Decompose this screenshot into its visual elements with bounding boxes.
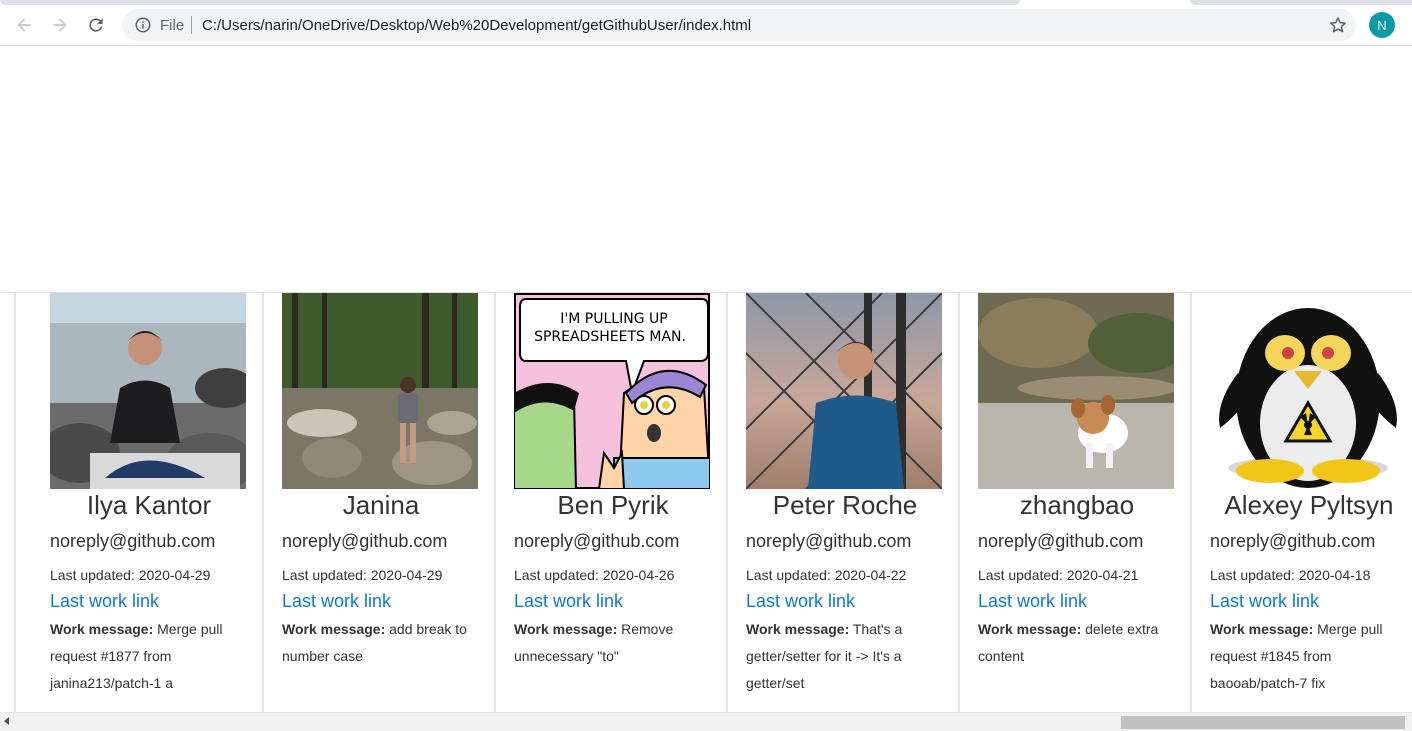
user-card: I'M PULLING UP SPREADSHEETS MAN. Ben Pyr… (498, 293, 728, 713)
reload-icon (89, 18, 103, 32)
last-work-link[interactable]: Last work link (1210, 591, 1319, 612)
user-email: noreply@github.com (746, 531, 912, 551)
work-message: Work message: Merge pull request #1877 f… (50, 616, 250, 697)
user-name: Ben Pyrik (557, 490, 669, 520)
work-message-label: Work message: (746, 621, 850, 637)
last-updated: Last updated: 2020-04-22 (746, 567, 907, 583)
user-name: Alexey Pyltsyn (1224, 490, 1394, 520)
address-bar[interactable]: File C:/Users/narin/OneDrive/Desktop/Web… (122, 9, 1356, 41)
comic-line-2: SPREADSHEETS MAN. (534, 329, 686, 345)
user-name: zhangbao (1019, 490, 1135, 520)
last-work-link[interactable]: Last work link (746, 591, 855, 612)
last-updated: Last updated: 2020-04-21 (978, 567, 1139, 583)
avatar-image (282, 293, 478, 489)
work-message: Work message: Remove unnecessary "to" (514, 616, 714, 670)
scrollbar-thumb[interactable] (1121, 716, 1405, 729)
user-card: Peter Roche noreply@github.com Last upda… (730, 293, 960, 713)
work-message-label: Work message: (282, 621, 386, 637)
last-updated: Last updated: 2020-04-18 (1210, 567, 1371, 583)
user-card-partial (0, 293, 16, 713)
user-email: noreply@github.com (978, 531, 1144, 551)
avatar-image (978, 293, 1174, 489)
horizontal-scrollbar[interactable] (0, 712, 1412, 731)
user-email: noreply@github.com (1210, 531, 1376, 551)
last-updated: Last updated: 2020-04-29 (50, 567, 211, 583)
back-button[interactable] (10, 11, 38, 39)
reload-button[interactable] (82, 11, 110, 39)
forward-button[interactable] (46, 11, 74, 39)
user-email: noreply@github.com (514, 531, 680, 551)
last-work-link[interactable]: Last work link (50, 591, 159, 612)
url-text[interactable]: C:/Users/narin/OneDrive/Desktop/Web%20De… (202, 17, 751, 34)
scroll-left-icon[interactable] (4, 717, 9, 725)
user-name: Ilya Kantor (86, 490, 212, 520)
info-icon[interactable] (134, 16, 152, 34)
avatar-image (1210, 293, 1406, 489)
last-work-link[interactable]: Last work link (514, 591, 623, 612)
star-icon[interactable] (1328, 15, 1348, 35)
work-message-label: Work message: (978, 621, 1082, 637)
comic-line-1: I'M PULLING UP (560, 311, 667, 327)
work-message: Work message: That's a getter/setter for… (746, 616, 946, 697)
last-work-link[interactable]: Last work link (978, 591, 1087, 612)
work-message: Work message: Merge pull request #1845 f… (1210, 616, 1410, 697)
arrow-left-icon (17, 18, 31, 32)
browser-toolbar: File C:/Users/narin/OneDrive/Desktop/Web… (0, 5, 1412, 46)
work-message: Work message: add break to number case (282, 616, 482, 670)
last-updated: Last updated: 2020-04-26 (514, 567, 675, 583)
last-work-link[interactable]: Last work link (282, 591, 391, 612)
user-card: Janina noreply@github.com Last updated: … (266, 293, 496, 713)
user-card: zhangbao noreply@github.com Last updated… (962, 293, 1192, 713)
work-message: Work message: delete extra content (978, 616, 1178, 670)
arrow-right-icon (53, 18, 67, 32)
work-message-label: Work message: (50, 621, 154, 637)
profile-avatar[interactable]: N (1369, 12, 1395, 38)
last-updated: Last updated: 2020-04-29 (282, 567, 443, 583)
scheme-label: File (160, 17, 185, 34)
work-message-label: Work message: (1210, 621, 1314, 637)
user-card: Alexey Pyltsyn noreply@github.com Last u… (1194, 293, 1412, 713)
avatar-image: I'M PULLING UP SPREADSHEETS MAN. (514, 293, 710, 489)
work-message-label: Work message: (514, 621, 618, 637)
user-name: Peter Roche (772, 490, 918, 520)
user-email: noreply@github.com (50, 531, 216, 551)
user-name: Janina (342, 490, 420, 520)
separator (191, 16, 192, 34)
user-cards-strip: Ilya Kantor noreply@github.com Last upda… (0, 292, 1412, 713)
user-card: Ilya Kantor noreply@github.com Last upda… (34, 293, 264, 713)
avatar-image (746, 293, 942, 489)
avatar-image (50, 293, 246, 489)
user-email: noreply@github.com (282, 531, 448, 551)
